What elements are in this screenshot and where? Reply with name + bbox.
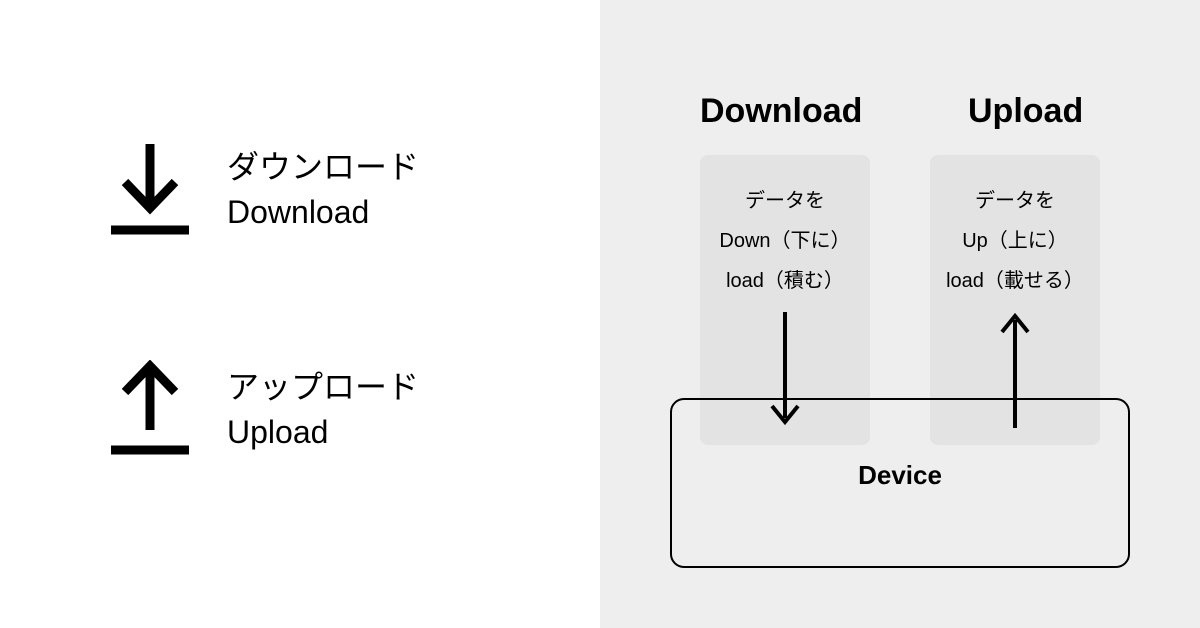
download-label-en: Download (227, 190, 419, 235)
device-box: Device (670, 398, 1130, 568)
download-icon (95, 135, 205, 245)
upload-labels: アップロード Upload (227, 365, 419, 455)
device-label: Device (858, 460, 942, 491)
download-label-jp: ダウンロード (227, 145, 419, 190)
upload-line-3: load（載せる） (930, 261, 1100, 301)
upload-label-en: Upload (227, 410, 419, 455)
upload-line-1: データを (930, 181, 1100, 221)
diagram-root: ダウンロード Download アップロード Upload Download U… (0, 0, 1200, 628)
download-labels: ダウンロード Download (227, 145, 419, 235)
upload-label-jp: アップロード (227, 365, 419, 410)
upload-entry: アップロード Upload (95, 355, 419, 465)
right-panel: Download Upload データを Down（下に） load（積む） デ… (600, 0, 1200, 628)
download-title: Download (700, 92, 862, 131)
upload-icon (95, 355, 205, 465)
upload-title: Upload (968, 92, 1083, 131)
upload-line-2: Up（上に） (930, 221, 1100, 261)
download-line-3: load（積む） (700, 261, 870, 301)
download-line-2: Down（下に） (700, 221, 870, 261)
download-entry: ダウンロード Download (95, 135, 419, 245)
left-panel: ダウンロード Download アップロード Upload (0, 0, 600, 628)
download-line-1: データを (700, 181, 870, 221)
